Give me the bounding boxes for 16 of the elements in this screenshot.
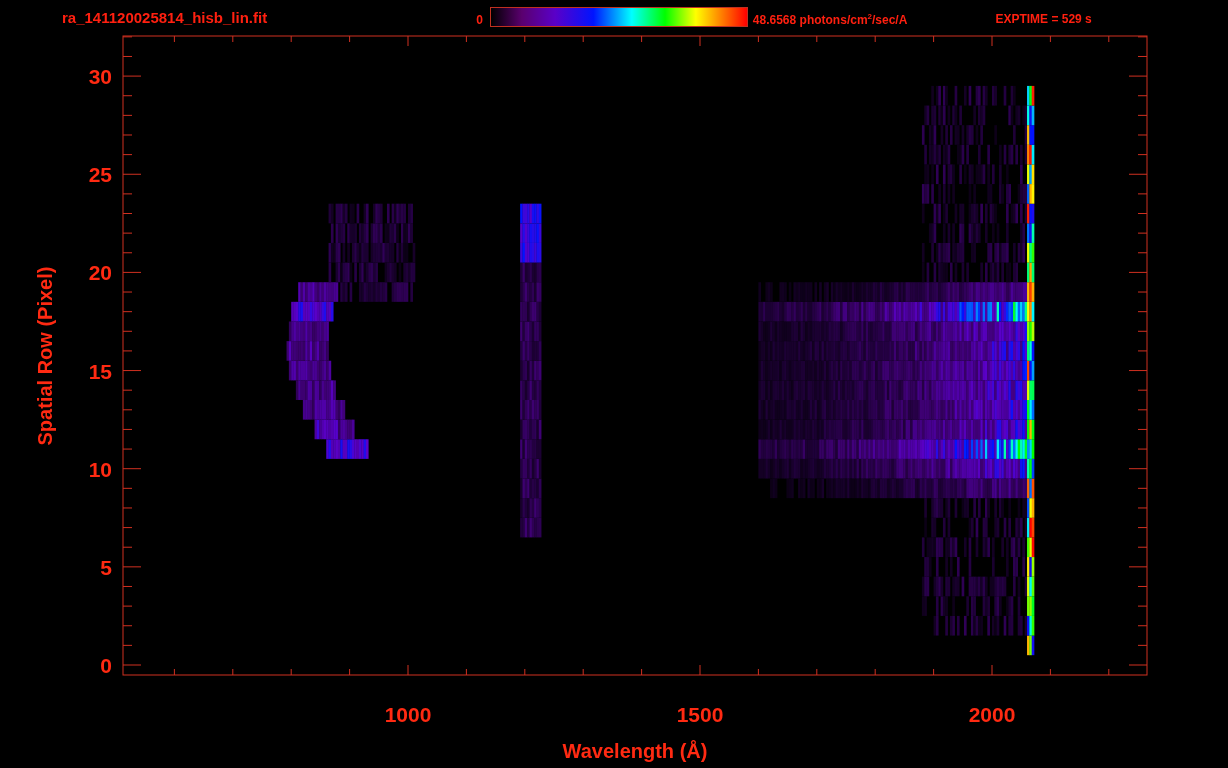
file-name: ra_141120025814_hisb_lin.fit bbox=[62, 8, 268, 26]
x-axis-label: Wavelength (Å) bbox=[562, 740, 708, 762]
colorbar-max-label: 48.6568 photons/cm$^{2}$/sec/A bbox=[752, 11, 908, 27]
y-tick-label: 5 bbox=[100, 555, 112, 579]
y-tick-label: 0 bbox=[100, 654, 112, 677]
y-tick-label: 25 bbox=[88, 163, 112, 187]
y-tick-label: 15 bbox=[88, 359, 112, 383]
y-tick-label: 30 bbox=[88, 65, 112, 89]
x-tick-label: 2000 bbox=[968, 703, 1016, 726]
x-tick-label: 1500 bbox=[676, 703, 724, 726]
exposure-time: EXPTIME = 529 s bbox=[995, 12, 1092, 26]
y-axis-label: Spatial Row (Pixel) bbox=[34, 266, 56, 446]
colorbar-min-label: 0 bbox=[476, 13, 483, 27]
y-tick-label: 10 bbox=[88, 457, 112, 481]
x-tick-label: 1000 bbox=[384, 703, 432, 726]
y-tick-label: 20 bbox=[88, 261, 112, 285]
